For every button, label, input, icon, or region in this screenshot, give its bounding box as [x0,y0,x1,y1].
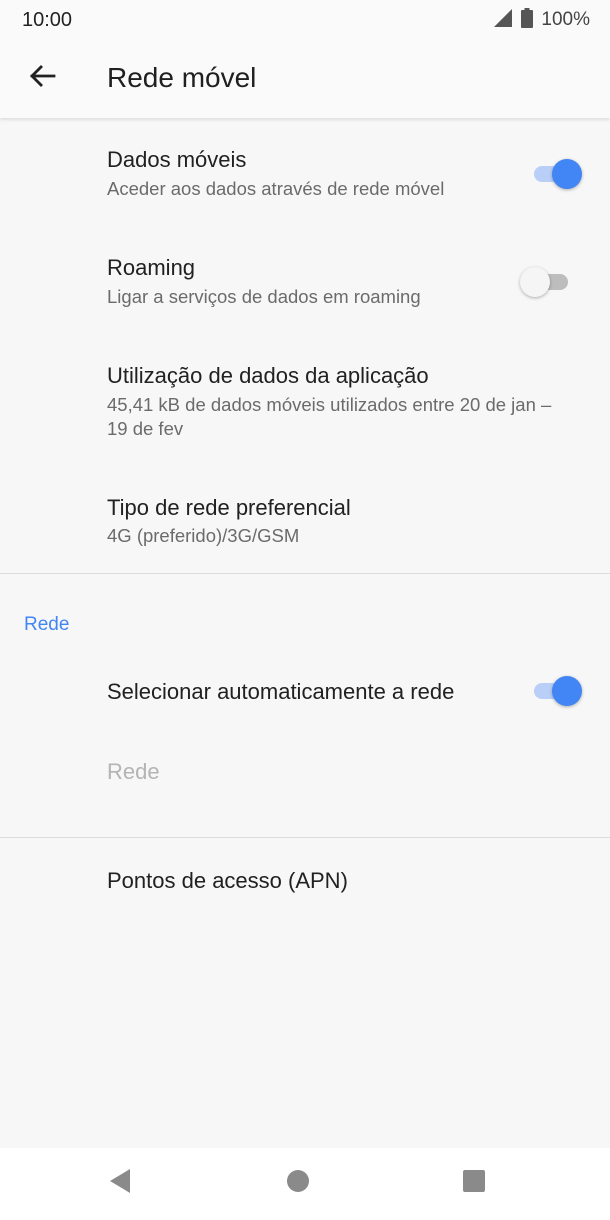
mobile-network-screen: 10:00 100% Rede móvel Dados móveis Acede… [0,0,610,1220]
switch-thumb [520,267,550,297]
apn-title: Pontos de acesso (APN) [107,868,348,893]
switch-thumb [552,676,582,706]
nav-back-button[interactable] [105,1168,135,1198]
status-time: 10:00 [22,8,73,31]
app-data-usage-item[interactable]: Utilização de dados da aplicação 45,41 k… [0,336,610,468]
triangle-back-icon [108,1168,132,1199]
status-bar: 10:00 100% [0,0,610,40]
preferred-network-title: Tipo de rede preferencial [107,495,351,520]
mobile-data-item[interactable]: Dados móveis Aceder aos dados através de… [0,120,610,226]
nav-recents-button[interactable] [459,1168,489,1198]
network-title: Rede [107,759,160,784]
circle-home-icon [286,1169,310,1198]
switch-thumb [552,159,582,189]
navigation-bar [0,1148,610,1220]
roaming-item[interactable]: Roaming Ligar a serviços de dados em roa… [0,228,610,334]
section-header-network: Rede [24,614,70,635]
roaming-title: Roaming [107,255,196,280]
page-title: Rede móvel [107,62,257,93]
apn-item[interactable]: Pontos de acesso (APN) [0,840,610,924]
app-data-usage-subtitle: 45,41 kB de dados móveis utilizados entr… [107,394,552,439]
mobile-data-title: Dados móveis [107,147,247,172]
network-item: Rede [0,732,610,810]
roaming-subtitle: Ligar a serviços de dados em roaming [107,286,421,307]
mobile-data-subtitle: Aceder aos dados através de rede móvel [107,178,445,199]
status-icons: 100% [493,7,590,33]
roaming-switch[interactable] [520,265,572,297]
battery-percentage: 100% [541,9,590,30]
square-recents-icon [462,1169,486,1198]
nav-home-button[interactable] [283,1168,313,1198]
app-data-usage-title: Utilização de dados da aplicação [107,363,429,388]
app-bar: Rede móvel [0,40,610,118]
auto-select-network-item[interactable]: Selecionar automaticamente a rede [0,652,610,730]
arrow-back-icon [28,64,56,93]
divider [0,573,610,574]
auto-select-network-switch[interactable] [532,674,582,706]
preferred-network-subtitle: 4G (preferido)/3G/GSM [107,525,300,546]
back-button[interactable] [22,58,62,98]
battery-icon [521,7,534,33]
mobile-data-switch[interactable] [532,157,582,189]
divider [0,837,610,838]
auto-select-network-title: Selecionar automaticamente a rede [107,679,455,704]
signal-icon [493,8,513,33]
preferred-network-item[interactable]: Tipo de rede preferencial 4G (preferido)… [0,468,610,572]
